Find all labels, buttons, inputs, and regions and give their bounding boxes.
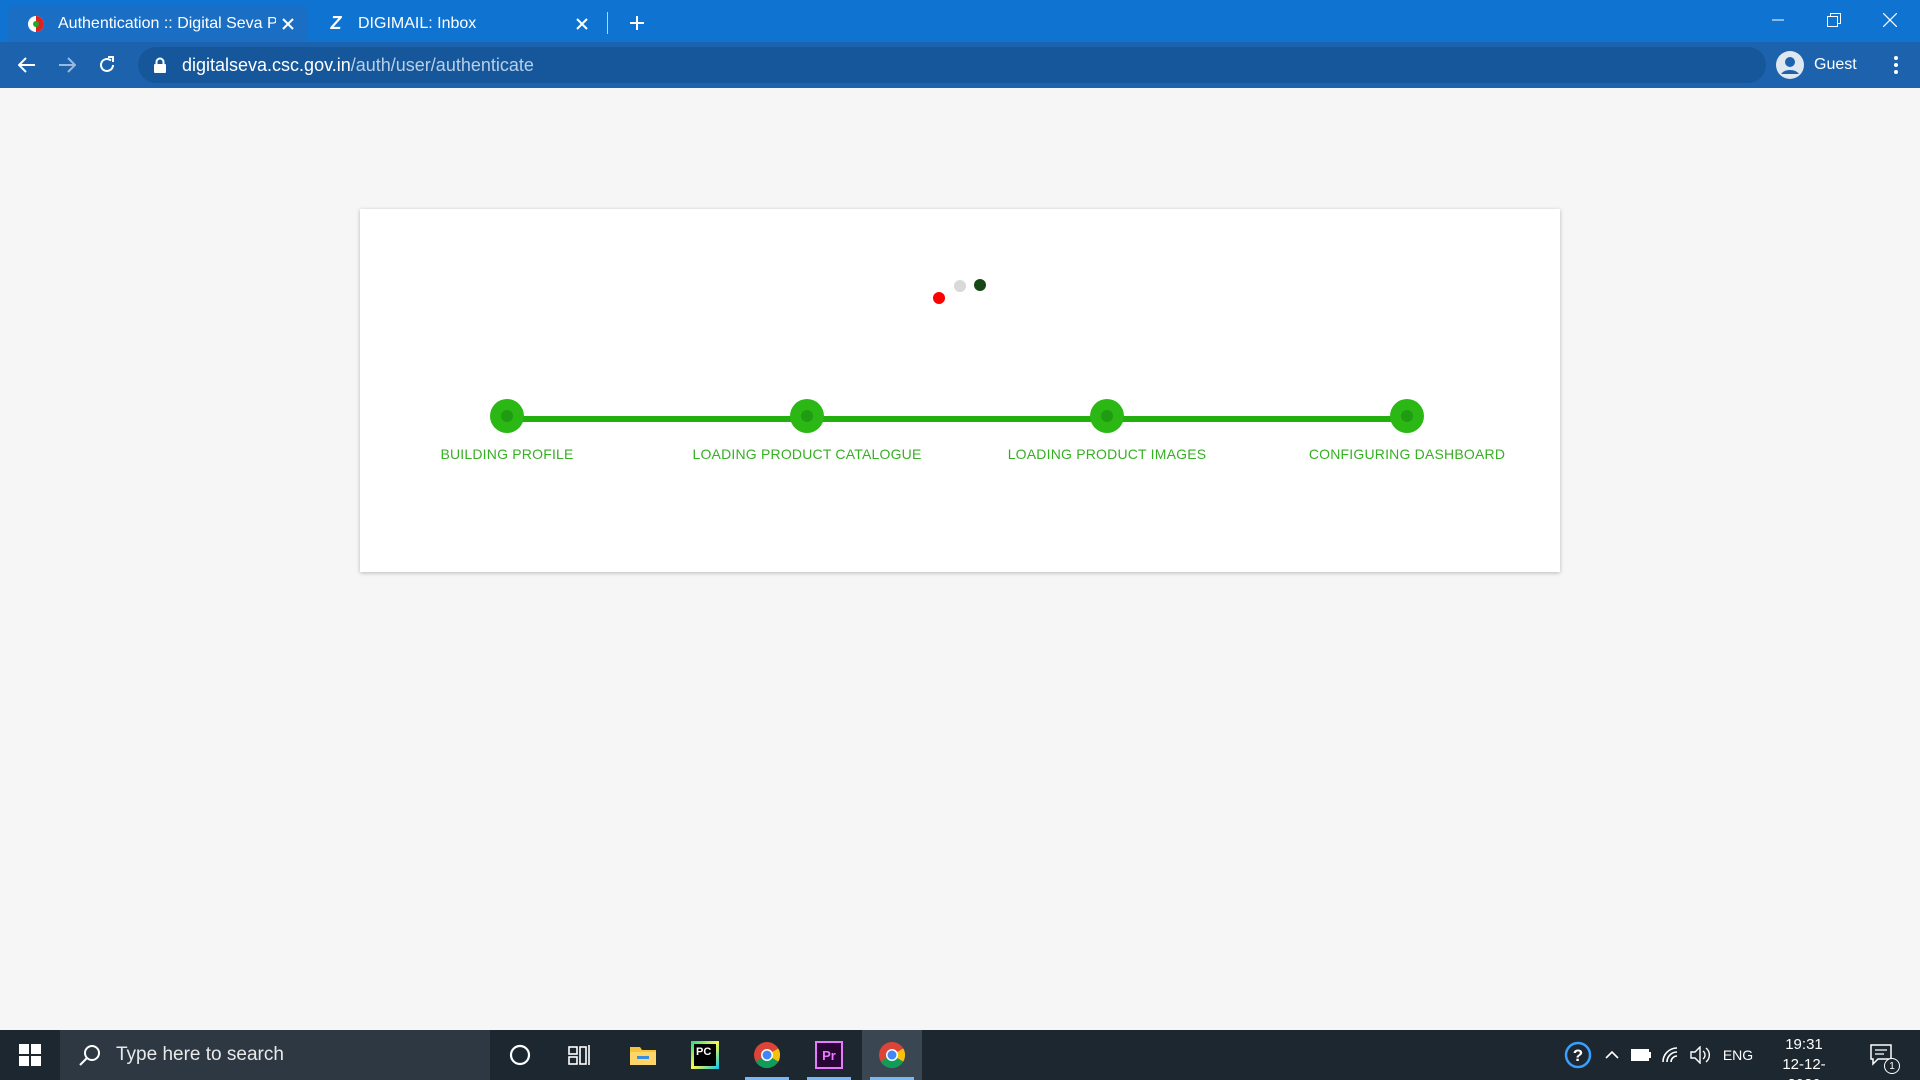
clock-time: 19:31 bbox=[1785, 1036, 1823, 1053]
pycharm-icon: PC bbox=[691, 1041, 719, 1069]
notification-count-badge: 1 bbox=[1884, 1058, 1900, 1074]
chrome-taskbar-button[interactable] bbox=[737, 1030, 797, 1080]
step-configuring-dashboard: CONFIGURING DASHBOARD bbox=[1277, 399, 1537, 462]
pycharm-button[interactable]: PC bbox=[675, 1030, 735, 1080]
minimize-icon bbox=[1772, 19, 1784, 21]
close-window-button[interactable] bbox=[1862, 0, 1918, 40]
arrow-right-icon bbox=[59, 57, 76, 73]
authentication-progress-card: BUILDING PROFILE LOADING PRODUCT CATALOG… bbox=[360, 209, 1560, 572]
clock-date: 12-12-2020 bbox=[1782, 1056, 1826, 1080]
close-tab-icon[interactable] bbox=[276, 12, 300, 36]
profile-label: Guest bbox=[1814, 56, 1857, 73]
step-label: BUILDING PROFILE bbox=[440, 446, 574, 462]
reload-button[interactable] bbox=[91, 49, 123, 81]
progress-stepper: BUILDING PROFILE LOADING PRODUCT CATALOG… bbox=[360, 399, 1560, 479]
tab-authentication[interactable]: Authentication :: Digital Seva Por bbox=[8, 5, 308, 42]
step-label: CONFIGURING DASHBOARD bbox=[1308, 446, 1506, 462]
chevron-up-icon bbox=[1605, 1050, 1619, 1059]
address-bar[interactable]: digitalseva.csc.gov.in/auth/user/authent… bbox=[138, 47, 1766, 83]
loading-spinner bbox=[360, 209, 1560, 329]
step-loading-product-images: LOADING PRODUCT IMAGES bbox=[977, 399, 1237, 462]
taskbar-clock[interactable]: 19:31 12-12-2020 bbox=[1766, 1035, 1842, 1080]
plus-icon bbox=[630, 16, 644, 30]
url-host: digitalseva.csc.gov.in bbox=[182, 54, 351, 75]
reload-icon bbox=[100, 56, 114, 72]
start-button[interactable] bbox=[0, 1030, 60, 1080]
browser-titlebar: Authentication :: Digital Seva Por Z DIG… bbox=[0, 0, 1920, 42]
tab-divider bbox=[607, 12, 608, 34]
close-icon bbox=[1883, 13, 1897, 27]
cortana-button[interactable] bbox=[490, 1030, 550, 1080]
vertical-dots-icon bbox=[1894, 56, 1898, 74]
tab-title: Authentication :: Digital Seva Por bbox=[58, 14, 276, 32]
step-building-profile: BUILDING PROFILE bbox=[377, 399, 637, 462]
cortana-circle-icon bbox=[509, 1044, 531, 1066]
task-view-button[interactable] bbox=[550, 1030, 610, 1080]
premiere-pro-button[interactable]: Pr bbox=[799, 1030, 859, 1080]
grey-dot bbox=[954, 280, 966, 292]
avatar-icon bbox=[1776, 51, 1804, 79]
chrome-icon bbox=[754, 1042, 781, 1069]
zimbra-z-favicon-icon: Z bbox=[330, 13, 342, 33]
step-complete-marker bbox=[490, 399, 524, 433]
profile-button[interactable]: Guest bbox=[1776, 47, 1857, 83]
dark-green-dot bbox=[974, 279, 986, 291]
restore-button[interactable] bbox=[1806, 0, 1862, 40]
premiere-pro-icon: Pr bbox=[815, 1041, 843, 1069]
step-label: LOADING PRODUCT CATALOGUE bbox=[692, 446, 922, 462]
tab-digimail[interactable]: Z DIGIMAIL: Inbox bbox=[312, 5, 602, 42]
battery-icon bbox=[1631, 1049, 1651, 1061]
svg-text:?: ? bbox=[1573, 1046, 1583, 1065]
new-tab-button[interactable] bbox=[622, 8, 652, 38]
tab-title: DIGIMAIL: Inbox bbox=[358, 14, 477, 32]
chrome-taskbar-button-active[interactable] bbox=[862, 1030, 922, 1080]
wifi-icon bbox=[1662, 1047, 1678, 1063]
minimize-button[interactable] bbox=[1750, 0, 1806, 40]
url-path: /auth/user/authenticate bbox=[350, 54, 534, 75]
chrome-icon bbox=[879, 1042, 906, 1069]
step-complete-marker bbox=[1090, 399, 1124, 433]
browser-menu-button[interactable] bbox=[1880, 49, 1912, 81]
red-dot bbox=[933, 292, 945, 304]
url-text: digitalseva.csc.gov.in/auth/user/authent… bbox=[182, 55, 534, 76]
step-complete-marker bbox=[790, 399, 824, 433]
csc-favicon-icon bbox=[26, 14, 46, 34]
show-hidden-icons-button[interactable] bbox=[1600, 1030, 1624, 1080]
help-question-icon: ? bbox=[1564, 1041, 1592, 1069]
search-placeholder: Type here to search bbox=[116, 1044, 284, 1065]
network-tray-button[interactable] bbox=[1658, 1030, 1684, 1080]
file-explorer-button[interactable] bbox=[613, 1030, 673, 1080]
windows-logo-icon bbox=[19, 1044, 41, 1066]
search-icon bbox=[79, 1045, 100, 1066]
step-complete-marker bbox=[1390, 399, 1424, 433]
close-tab-icon[interactable] bbox=[570, 12, 594, 36]
battery-tray-button[interactable] bbox=[1628, 1030, 1654, 1080]
restore-icon bbox=[1827, 13, 1841, 27]
pycharm-label: PC bbox=[694, 1044, 716, 1066]
back-button[interactable] bbox=[11, 49, 43, 81]
browser-toolbar: digitalseva.csc.gov.in/auth/user/authent… bbox=[0, 42, 1920, 88]
stepper-connector-line bbox=[507, 416, 1407, 422]
task-view-icon bbox=[568, 1045, 590, 1065]
forward-button[interactable] bbox=[51, 49, 83, 81]
taskbar-search-box[interactable]: Type here to search bbox=[60, 1030, 490, 1080]
volume-tray-button[interactable] bbox=[1688, 1030, 1714, 1080]
arrow-left-icon bbox=[18, 57, 35, 73]
speaker-icon bbox=[1690, 1046, 1710, 1064]
file-explorer-icon bbox=[630, 1047, 656, 1065]
action-center-button[interactable]: 1 bbox=[1862, 1030, 1902, 1080]
input-language-indicator[interactable]: ENG bbox=[1718, 1030, 1758, 1080]
lock-icon bbox=[154, 57, 166, 73]
windows-taskbar: Type here to search PC Pr ? ENG 19:31 12… bbox=[0, 1030, 1920, 1080]
help-tray-button[interactable]: ? bbox=[1560, 1030, 1596, 1080]
step-label: LOADING PRODUCT IMAGES bbox=[1007, 446, 1207, 462]
step-loading-product-catalogue: LOADING PRODUCT CATALOGUE bbox=[677, 399, 937, 462]
